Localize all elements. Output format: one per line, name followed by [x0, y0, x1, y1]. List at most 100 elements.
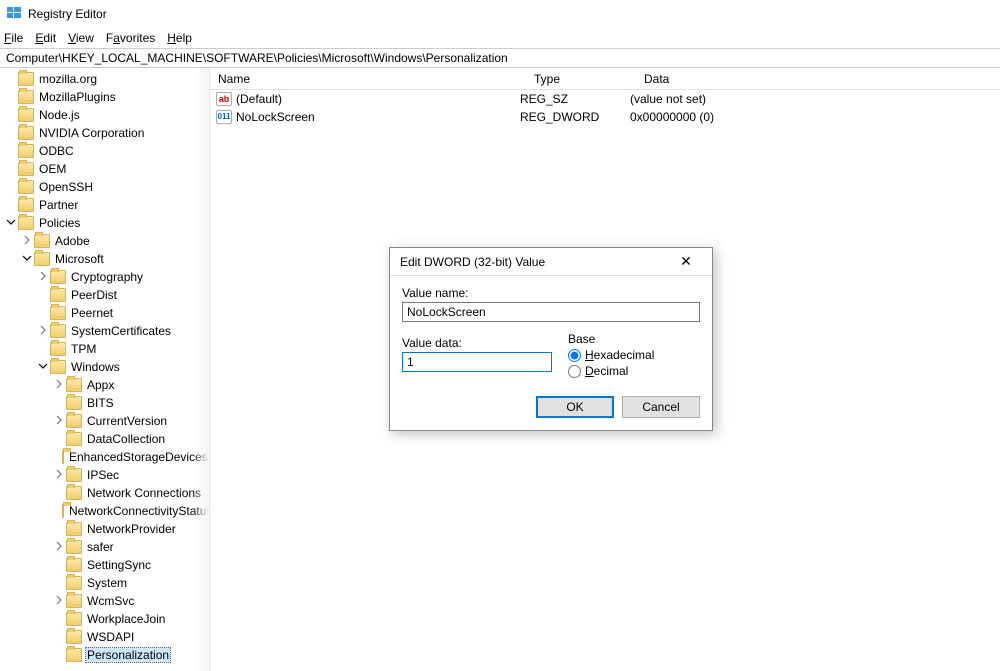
chevron-right-icon[interactable]: [52, 541, 66, 554]
address-bar[interactable]: Computer\HKEY_LOCAL_MACHINE\SOFTWARE\Pol…: [0, 48, 1000, 68]
folder-icon: [34, 234, 50, 248]
radio-hexadecimal-input[interactable]: [568, 349, 581, 362]
chevron-down-icon[interactable]: [4, 217, 18, 230]
list-cell-type: REG_SZ: [520, 92, 630, 106]
tree-item-mozilla-org[interactable]: mozilla.org: [4, 70, 209, 88]
close-icon[interactable]: ✕: [670, 253, 702, 270]
tree-item-currentversion[interactable]: CurrentVersion: [4, 412, 209, 430]
tree-item-enhancedstoragedevices[interactable]: EnhancedStorageDevices: [4, 448, 209, 466]
tree-item-tpm[interactable]: TPM: [4, 340, 209, 358]
tree-item-peernet[interactable]: Peernet: [4, 304, 209, 322]
tree-item-peerdist[interactable]: PeerDist: [4, 286, 209, 304]
tree-item-network-connections[interactable]: Network Connections: [4, 484, 209, 502]
chevron-right-icon[interactable]: [36, 325, 50, 338]
list-row[interactable]: 011NoLockScreenREG_DWORD0x00000000 (0): [210, 108, 1000, 126]
tree-item-label: CurrentVersion: [85, 414, 169, 428]
col-header-data[interactable]: Data: [636, 72, 1000, 86]
tree-item-label: OEM: [37, 162, 68, 176]
list-cell-data: 0x00000000 (0): [630, 110, 1000, 124]
radio-decimal-input[interactable]: [568, 365, 581, 378]
tree-item-openssh[interactable]: OpenSSH: [4, 178, 209, 196]
chevron-right-icon[interactable]: [52, 469, 66, 482]
tree-item-label: Microsoft: [53, 252, 106, 266]
folder-icon: [66, 612, 82, 626]
folder-icon: [66, 648, 82, 662]
tree-item-safer[interactable]: safer: [4, 538, 209, 556]
chevron-right-icon[interactable]: [52, 379, 66, 392]
tree-item-odbc[interactable]: ODBC: [4, 142, 209, 160]
tree-item-settingsync[interactable]: SettingSync: [4, 556, 209, 574]
folder-icon: [50, 270, 66, 284]
dialog-title: Edit DWORD (32-bit) Value: [400, 255, 545, 269]
tree-item-label: WcmSvc: [85, 594, 136, 608]
radio-hexadecimal[interactable]: Hexadecimal: [568, 348, 700, 362]
chevron-right-icon[interactable]: [52, 595, 66, 608]
tree-item-microsoft[interactable]: Microsoft: [4, 250, 209, 268]
chevron-down-icon[interactable]: [20, 253, 34, 266]
value-data-label: Value data:: [402, 336, 552, 350]
ok-button[interactable]: OK: [536, 396, 614, 418]
tree-item-policies[interactable]: Policies: [4, 214, 209, 232]
tree-item-system[interactable]: System: [4, 574, 209, 592]
tree-item-nvidia-corporation[interactable]: NVIDIA Corporation: [4, 124, 209, 142]
chevron-right-icon[interactable]: [52, 415, 66, 428]
chevron-right-icon[interactable]: [36, 271, 50, 284]
col-header-type[interactable]: Type: [526, 72, 636, 86]
dialog-titlebar[interactable]: Edit DWORD (32-bit) Value ✕: [390, 248, 712, 276]
folder-icon: [66, 486, 82, 500]
window-title: Registry Editor: [28, 7, 107, 21]
tree-item-ipsec[interactable]: IPSec: [4, 466, 209, 484]
tree-item-partner[interactable]: Partner: [4, 196, 209, 214]
tree-item-oem[interactable]: OEM: [4, 160, 209, 178]
value-data-input[interactable]: [402, 352, 552, 372]
reg-string-icon: ab: [216, 91, 232, 107]
folder-icon: [66, 468, 82, 482]
tree-item-label: Windows: [69, 360, 122, 374]
tree-item-node-js[interactable]: Node.js: [4, 106, 209, 124]
tree-item-workplacejoin[interactable]: WorkplaceJoin: [4, 610, 209, 628]
tree-item-networkprovider[interactable]: NetworkProvider: [4, 520, 209, 538]
col-header-name[interactable]: Name: [210, 72, 526, 86]
folder-icon: [66, 576, 82, 590]
tree-item-personalization[interactable]: Personalization: [4, 646, 209, 664]
menu-favorites[interactable]: Favorites: [106, 31, 155, 45]
tree-item-label: PeerDist: [69, 288, 119, 302]
radio-decimal[interactable]: Decimal: [568, 364, 700, 378]
folder-icon: [34, 252, 50, 266]
menu-file[interactable]: File: [4, 31, 23, 45]
tree-item-windows[interactable]: Windows: [4, 358, 209, 376]
tree-item-label: NetworkProvider: [85, 522, 178, 536]
cancel-button[interactable]: Cancel: [622, 396, 700, 418]
tree-item-wsdapi[interactable]: WSDAPI: [4, 628, 209, 646]
tree-item-cryptography[interactable]: Cryptography: [4, 268, 209, 286]
folder-icon: [50, 342, 66, 356]
tree-item-label: IPSec: [85, 468, 121, 482]
radio-hexadecimal-label: Hexadecimal: [585, 348, 654, 362]
dialog-body: Value name: Value data: Base Hexadecimal…: [390, 276, 712, 386]
chevron-right-icon[interactable]: [20, 235, 34, 248]
list-cell-name: (Default): [236, 92, 282, 106]
tree-item-label: WorkplaceJoin: [85, 612, 167, 626]
tree-item-systemcertificates[interactable]: SystemCertificates: [4, 322, 209, 340]
menu-view[interactable]: View: [68, 31, 94, 45]
tree-item-appx[interactable]: Appx: [4, 376, 209, 394]
tree-view[interactable]: mozilla.org MozillaPlugins Node.jsNVIDIA C…: [0, 68, 210, 671]
folder-icon: [66, 558, 82, 572]
tree-item-label: NetworkConnectivityStatus: [67, 504, 210, 518]
tree-item-label: BITS: [85, 396, 116, 410]
tree-item-adobe[interactable]: Adobe: [4, 232, 209, 250]
tree-item-label: MozillaPlugins: [37, 90, 118, 104]
list-row[interactable]: ab(Default)REG_SZ(value not set): [210, 90, 1000, 108]
menu-help[interactable]: Help: [167, 31, 192, 45]
tree-item-networkconnectivitystatus[interactable]: NetworkConnectivityStatus: [4, 502, 209, 520]
tree-item-datacollection[interactable]: DataCollection: [4, 430, 209, 448]
value-name-input[interactable]: [402, 302, 700, 322]
tree-item-mozillaplugins[interactable]: MozillaPlugins: [4, 88, 209, 106]
folder-icon: [50, 360, 66, 374]
tree-item-wcmsvc[interactable]: WcmSvc: [4, 592, 209, 610]
folder-icon: [66, 414, 82, 428]
tree-item-bits[interactable]: BITS: [4, 394, 209, 412]
menu-edit[interactable]: Edit: [35, 31, 56, 45]
chevron-down-icon[interactable]: [36, 361, 50, 374]
tree-item-label: Network Connections: [85, 486, 203, 500]
